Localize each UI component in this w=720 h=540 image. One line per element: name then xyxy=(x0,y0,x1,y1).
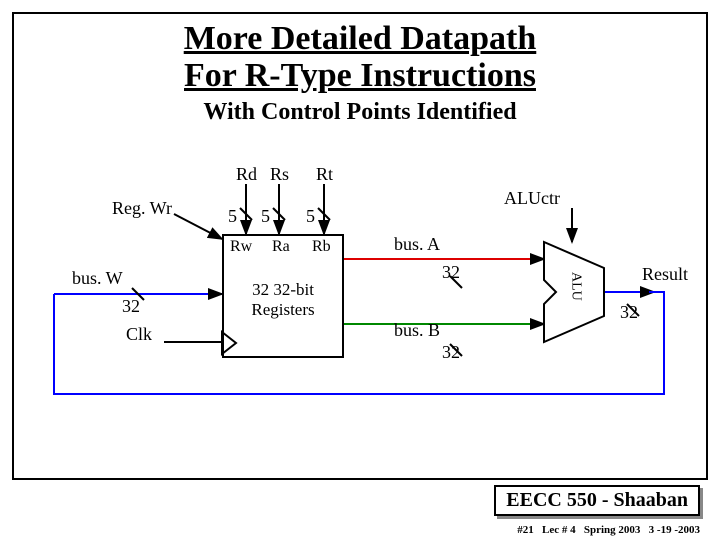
label-aluctr: ALUctr xyxy=(504,188,560,209)
alu: ALU xyxy=(544,242,606,342)
regfile-text2: Registers xyxy=(224,300,342,320)
label-result: Result xyxy=(642,264,688,285)
label-rt: Rt xyxy=(316,164,333,185)
label-5c: 5 xyxy=(306,206,315,227)
port-rw: Rw xyxy=(230,238,252,256)
label-5b: 5 xyxy=(261,206,270,227)
alu-label: ALU xyxy=(569,272,584,301)
label-r32: 32 xyxy=(620,302,638,323)
register-file: Rw Ra Rb 32 32-bit Registers xyxy=(222,234,344,358)
footer-course: EECC 550 - Shaaban xyxy=(494,485,700,516)
label-w32: 32 xyxy=(122,296,140,317)
clock-icon xyxy=(222,332,240,354)
label-rs: Rs xyxy=(270,164,289,185)
label-busb: bus. B xyxy=(394,320,440,341)
subtitle: With Control Points Identified xyxy=(14,99,706,126)
title-line1: More Detailed Datapath xyxy=(184,20,537,57)
label-busw: bus. W xyxy=(72,268,123,289)
label-clk: Clk xyxy=(126,324,152,345)
label-b32: 32 xyxy=(442,342,460,363)
label-5a: 5 xyxy=(228,206,237,227)
label-rd: Rd xyxy=(236,164,257,185)
port-ra: Ra xyxy=(272,238,290,256)
regfile-text1: 32 32-bit xyxy=(224,280,342,300)
title-line2: For R-Type Instructions xyxy=(184,57,536,94)
label-regwr: Reg. Wr xyxy=(112,198,172,219)
label-busa: bus. A xyxy=(394,234,440,255)
label-a32: 32 xyxy=(442,262,460,283)
datapath-diagram: Rw Ra Rb 32 32-bit Registers ALU Rd Rs R… xyxy=(14,164,710,484)
port-rb: Rb xyxy=(312,238,331,256)
footer-meta: #21 Lec # 4 Spring 2003 3 -19 -2003 xyxy=(517,524,700,536)
